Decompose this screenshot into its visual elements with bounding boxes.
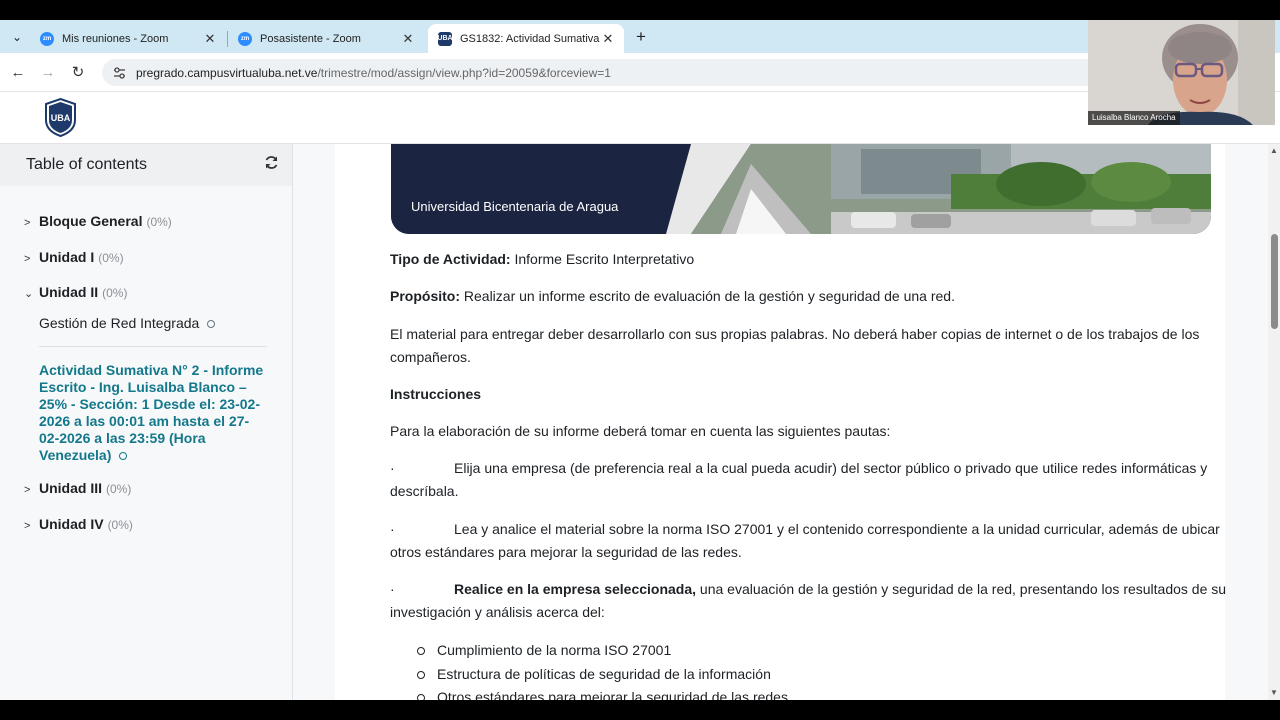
uba-logo[interactable]: UBA xyxy=(44,98,77,137)
site-settings-icon[interactable] xyxy=(112,66,126,80)
top-black-bar xyxy=(0,0,1280,20)
tab-title: Mis reuniones - Zoom xyxy=(62,32,169,45)
tab-gs1832-active[interactable]: UBA GS1832: Actividad Sumativa N° ✕ xyxy=(428,24,624,53)
participant-video-image xyxy=(1088,20,1275,125)
proposito-label: Propósito: xyxy=(390,288,460,304)
scroll-down-arrow-icon[interactable]: ▼ xyxy=(1270,688,1278,697)
section-name[interactable]: Unidad I xyxy=(39,249,94,265)
forward-arrow-icon[interactable]: → xyxy=(38,62,58,82)
tab-title: GS1832: Actividad Sumativa N° xyxy=(460,32,600,45)
tipo-label: Tipo de Actividad: xyxy=(390,251,511,267)
toc-activity-current[interactable]: Actividad Sumativa N° 2 - Informe Escrit… xyxy=(39,362,264,464)
proposito: Propósito: Realizar un informe escrito d… xyxy=(390,285,1250,308)
section-progress: (0%) xyxy=(146,215,172,229)
bullet-glyph: · xyxy=(390,581,395,597)
toc-section-bloque-general[interactable]: > Bloque General (0%) xyxy=(24,213,172,229)
bullet-bold-text: Realice en la empresa seleccionada, xyxy=(454,581,697,597)
url-host: pregrado.campusvirtualuba.net.ve xyxy=(136,65,318,80)
bullet-glyph: · xyxy=(390,460,395,476)
address-bar[interactable]: pregrado.campusvirtualuba.net.ve/trimest… xyxy=(102,59,1102,86)
tab-search-chevron-icon[interactable]: ⌄ xyxy=(6,27,28,47)
activity-description-card: Universidad Bicentenaria de Aragua Tipo … xyxy=(335,144,1226,705)
toc-section-unidad-i[interactable]: > Unidad I (0%) xyxy=(24,249,124,265)
participant-name-label: Luisalba Blanco Arocha xyxy=(1088,111,1180,125)
course-index-drawer: Table of contents > Bloque General (0%) … xyxy=(0,144,293,700)
toc-header: Table of contents xyxy=(0,144,292,186)
zoom-favicon-icon: zm xyxy=(238,31,252,46)
chevron-right-icon[interactable]: > xyxy=(24,217,39,229)
tab-close-icon[interactable]: ✕ xyxy=(600,31,616,47)
section-name[interactable]: Unidad II xyxy=(39,284,98,300)
chevron-right-icon[interactable]: > xyxy=(24,484,39,496)
divider xyxy=(39,346,267,347)
tab-close-icon[interactable]: ✕ xyxy=(400,31,416,47)
sub-item-text: Estructura de políticas de seguridad de … xyxy=(437,666,771,682)
bullet-item-1: · Elija una empresa (de preferencia real … xyxy=(390,457,1250,503)
url-text: pregrado.campusvirtualuba.net.ve/trimest… xyxy=(136,66,611,80)
circle-bullet-icon xyxy=(417,671,425,679)
tab-mis-reuniones[interactable]: zm Mis reuniones - Zoom ✕ xyxy=(30,24,226,53)
scrollbar-thumb[interactable] xyxy=(1271,234,1278,329)
instrucciones-heading: Instrucciones xyxy=(390,386,482,402)
main-region: Universidad Bicentenaria de Aragua Tipo … xyxy=(293,144,1268,705)
section-progress: (0%) xyxy=(98,251,124,265)
section-progress: (0%) xyxy=(106,482,132,496)
chevron-right-icon[interactable]: > xyxy=(24,520,39,532)
zoom-video-tile[interactable]: Luisalba Blanco Arocha xyxy=(1088,20,1275,125)
bullet-item-3: · Realice en la empresa seleccionada, una… xyxy=(390,578,1250,624)
tab-posasistente[interactable]: zm Posasistente - Zoom ✕ xyxy=(228,24,424,53)
uba-favicon-icon: UBA xyxy=(437,31,453,46)
section-name[interactable]: Unidad IV xyxy=(39,516,104,532)
back-arrow-icon[interactable]: ← xyxy=(8,62,28,82)
toc-title: Table of contents xyxy=(26,156,147,173)
material-paragraph: El material para entregar deber desarrol… xyxy=(390,326,1200,365)
tipo-actividad: Tipo de Actividad: Informe Escrito Inter… xyxy=(390,248,1250,271)
completion-circle-icon xyxy=(119,452,128,461)
tab-close-icon[interactable]: ✕ xyxy=(202,31,218,47)
university-banner-image: Universidad Bicentenaria de Aragua xyxy=(391,144,1211,234)
proposito-value: Realizar un informe escrito de evaluació… xyxy=(460,288,955,304)
toc-section-unidad-ii[interactable]: ⌄ Unidad II (0%) xyxy=(24,284,127,300)
sub-list-item: Estructura de políticas de seguridad de … xyxy=(390,666,771,682)
scroll-up-arrow-icon[interactable]: ▲ xyxy=(1270,146,1278,155)
activity-name[interactable]: Gestión de Red Integrada xyxy=(39,315,199,331)
bullet-item-2: · Lea y analice el material sobre la norm… xyxy=(390,518,1250,564)
bullet-text: Elija una empresa (de preferencia real a… xyxy=(390,460,1208,499)
completion-circle-icon xyxy=(207,320,216,329)
pautas-paragraph: Para la elaboración de su informe deberá… xyxy=(390,423,891,439)
logo-text: UBA xyxy=(51,113,71,123)
reload-icon[interactable]: ↻ xyxy=(68,62,88,82)
bullet-text: Lea y analice el material sobre la norma… xyxy=(390,521,1220,560)
section-progress: (0%) xyxy=(102,286,128,300)
sub-list-item: Cumplimiento de la norma ISO 27001 xyxy=(390,642,671,658)
section-name[interactable]: Bloque General xyxy=(39,213,142,229)
refresh-icon[interactable] xyxy=(264,155,280,173)
bullet-glyph: · xyxy=(390,521,395,537)
tipo-value: Informe Escrito Interpretativo xyxy=(510,251,695,267)
section-progress: (0%) xyxy=(107,518,133,532)
toc-section-unidad-iv[interactable]: > Unidad IV (0%) xyxy=(24,516,133,532)
toc-section-unidad-iii[interactable]: > Unidad III (0%) xyxy=(24,480,131,496)
page-scrollbar[interactable]: ▲ ▼ xyxy=(1268,144,1280,700)
bottom-black-bar xyxy=(0,700,1280,720)
tab-title: Posasistente - Zoom xyxy=(260,32,361,45)
toc-activity-gestion-red[interactable]: Gestión de Red Integrada xyxy=(39,315,216,331)
zoom-favicon-icon: zm xyxy=(40,31,54,46)
chevron-right-icon[interactable]: > xyxy=(24,253,39,265)
circle-bullet-icon xyxy=(417,647,425,655)
sub-item-text: Cumplimiento de la norma ISO 27001 xyxy=(437,642,672,658)
screen: ⌄ zm Mis reuniones - Zoom ✕ zm Posasiste… xyxy=(0,0,1280,720)
new-tab-plus-icon[interactable]: + xyxy=(632,26,650,48)
url-path: /trimestre/mod/assign/view.php?id=20059&… xyxy=(317,65,611,80)
chevron-down-icon[interactable]: ⌄ xyxy=(24,287,39,300)
section-name[interactable]: Unidad III xyxy=(39,480,102,496)
activity-name[interactable]: Actividad Sumativa N° 2 - Informe Escrit… xyxy=(39,362,263,463)
banner-caption: Universidad Bicentenaria de Aragua xyxy=(411,199,619,214)
